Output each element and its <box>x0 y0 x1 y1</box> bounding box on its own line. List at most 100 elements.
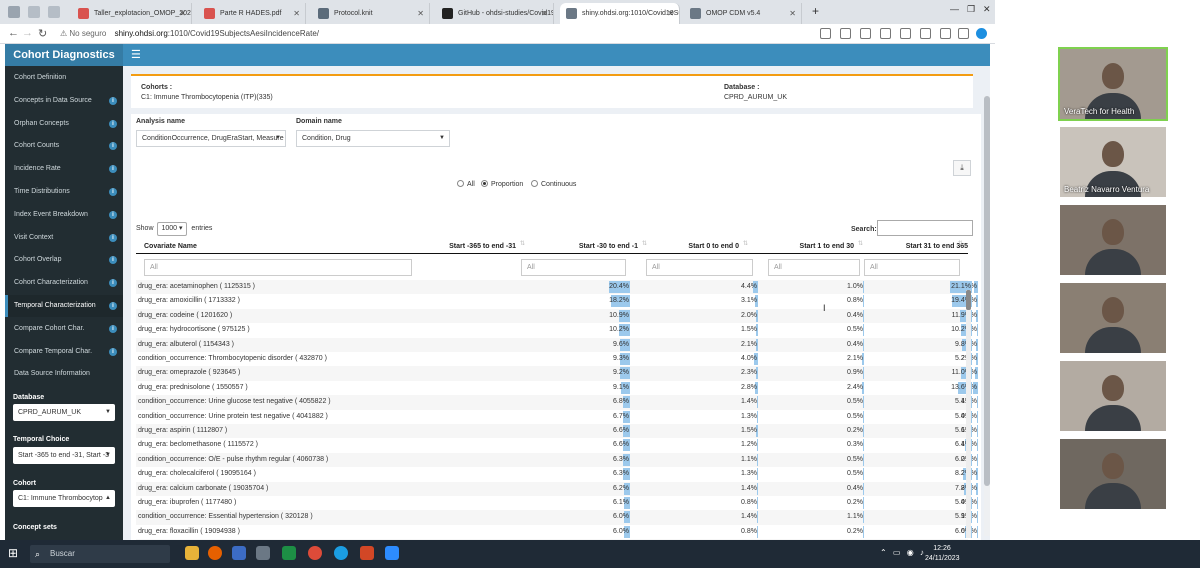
more-menu-icon[interactable] <box>958 28 969 39</box>
forward-icon[interactable]: → <box>22 27 33 39</box>
sort-icon[interactable]: ⇅ <box>642 240 647 247</box>
new-tab-icon[interactable]: + <box>812 4 819 18</box>
sidebar-item-cohort-characterization[interactable]: Cohort Characterization i <box>5 272 123 294</box>
participant-video[interactable] <box>1060 283 1166 353</box>
browser-tab[interactable]: Taller_explotacion_OMOP_2023 ✕ <box>72 3 192 24</box>
temporal-choice-select[interactable]: Start -365 to end -31, Start -3 ▼ <box>13 447 115 464</box>
sidebar-item-index-event-breakdown[interactable]: Index Event Breakdown i <box>5 204 123 226</box>
app-icon-2[interactable] <box>256 546 270 560</box>
edge-icon[interactable] <box>334 546 348 560</box>
column-filter-input[interactable]: All <box>768 259 860 276</box>
info-icon[interactable]: i <box>109 302 117 310</box>
column-filter-input[interactable]: All <box>521 259 626 276</box>
sidebar-item-data-source-information[interactable]: Data Source Information <box>5 363 123 385</box>
domain-name-select[interactable]: Condition, Drug ▼ <box>296 130 450 147</box>
sort-icon[interactable]: ⇅ <box>858 240 863 247</box>
browser-tab[interactable]: GitHub - ohdsi-studies/Covid19... ✕ <box>436 3 554 24</box>
powerpoint-icon[interactable] <box>360 546 374 560</box>
column-header-2[interactable]: Start -30 to end -1 <box>579 240 638 254</box>
firefox-icon[interactable] <box>208 546 222 560</box>
sort-icon[interactable]: ⇅ <box>743 240 748 247</box>
tab-actions-icon[interactable] <box>48 6 60 18</box>
info-icon[interactable]: i <box>109 142 117 151</box>
browser-tab[interactable]: shiny.ohdsi.org:1010/Covid19Su... ✕ <box>560 3 680 24</box>
info-icon[interactable]: i <box>109 96 117 105</box>
workspaces-icon[interactable] <box>28 6 40 18</box>
favorite-icon[interactable] <box>840 28 851 39</box>
reload-icon[interactable]: ↻ <box>38 27 47 40</box>
browser-essentials-icon[interactable] <box>940 28 951 39</box>
cohort-select[interactable]: C1: Immune Thrombocytop ▲ <box>13 490 115 507</box>
extension-icon[interactable] <box>880 28 891 39</box>
column-header-covariate[interactable]: Covariate Name <box>144 240 197 254</box>
sidebar-item-cohort-counts[interactable]: Cohort Counts i <box>5 135 123 157</box>
table-scrollbar[interactable] <box>966 290 971 538</box>
page-scrollbar[interactable] <box>984 96 990 536</box>
browser-tab[interactable]: Protocol.knit ✕ <box>312 3 430 24</box>
table-row[interactable]: drug_era: hydrocortisone ( 975125 ) 10.2%… <box>136 323 978 337</box>
close-tab-icon[interactable]: ✕ <box>179 3 186 24</box>
participant-video[interactable] <box>1060 361 1166 431</box>
close-window-icon[interactable]: ✕ <box>983 4 991 15</box>
copilot-icon[interactable] <box>976 28 987 39</box>
column-filter-input[interactable]: All <box>144 259 412 276</box>
sidebar-item-temporal-characterization[interactable]: Temporal Characterization i <box>5 295 123 317</box>
file-explorer-icon[interactable] <box>185 546 199 560</box>
sort-icon[interactable]: ⇅ <box>520 240 525 247</box>
system-tray[interactable]: ⌃ ▭ ◉ ♪ <box>880 548 926 557</box>
column-header-1[interactable]: Start -365 to end -31 <box>449 240 516 254</box>
radio-all[interactable]: All <box>457 180 475 188</box>
table-row[interactable]: drug_era: prednisolone ( 1550557 ) 9.1% 2.… <box>136 381 978 395</box>
search-input[interactable] <box>877 220 973 236</box>
close-tab-icon[interactable]: ✕ <box>417 3 424 24</box>
column-header-3[interactable]: Start 0 to end 0 <box>688 240 739 254</box>
table-row[interactable]: drug_era: aspirin ( 1112807 ) 6.6% 1.5% 0.2… <box>136 424 978 439</box>
column-filter-input[interactable]: All <box>864 259 960 276</box>
participant-video[interactable]: Beatriz Navarro Ventura <box>1060 127 1166 197</box>
favorites-bar-icon[interactable] <box>920 28 931 39</box>
table-row[interactable]: drug_era: omeprazole ( 923645 ) 9.2% 2.3% 0… <box>136 366 978 381</box>
info-icon[interactable]: i <box>109 256 117 265</box>
close-tab-icon[interactable]: ✕ <box>293 3 300 24</box>
sidebar-item-cohort-overlap[interactable]: Cohort Overlap i <box>5 249 123 271</box>
table-row[interactable]: drug_era: codeine ( 1201620 ) 10.9% 2.0% 0.… <box>136 308 978 324</box>
sidebar-item-time-distributions[interactable]: Time Distributions i <box>5 181 123 203</box>
participant-video[interactable] <box>1060 205 1166 275</box>
sidebar-item-orphan-concepts[interactable]: Orphan Concepts i <box>5 113 123 135</box>
sidebar-item-compare-cohort-char[interactable]: Compare Cohort Char. i <box>5 318 123 340</box>
sort-icon[interactable]: ⇅ <box>958 240 963 247</box>
sidebar-item-incidence-rate[interactable]: Incidence Rate i <box>5 158 123 180</box>
table-row[interactable]: drug_era: acetaminophen ( 1125315 ) 20.4%… <box>136 280 978 295</box>
info-icon[interactable]: i <box>109 324 117 333</box>
minimize-icon[interactable]: — <box>950 4 959 14</box>
table-row[interactable]: condition_occurrence: Essential hyperten… <box>136 510 978 525</box>
page-scrollbar-thumb[interactable] <box>984 96 990 486</box>
table-row[interactable]: condition_occurrence: Thrombocytopenic d… <box>136 352 978 366</box>
browser-tab[interactable]: Parte R HADES.pdf ✕ <box>198 3 306 24</box>
table-row[interactable]: drug_era: floxacillin ( 19094938 ) 6.0% 0.… <box>136 525 978 539</box>
github-extension-icon[interactable] <box>860 28 871 39</box>
info-icon[interactable]: i <box>109 347 117 356</box>
read-aloud-icon[interactable] <box>820 28 831 39</box>
sidebar-item-cohort-definition[interactable]: Cohort Definition <box>5 67 123 89</box>
download-button[interactable]: ⤓ <box>953 160 971 176</box>
close-tab-icon[interactable]: ✕ <box>667 3 674 24</box>
info-icon[interactable]: i <box>109 233 117 242</box>
sidebar-item-concepts-in-data-source[interactable]: Concepts in Data Source i <box>5 90 123 112</box>
table-scrollbar-thumb[interactable] <box>966 290 971 310</box>
windows-start-icon[interactable]: ⊞ <box>8 547 21 560</box>
browser-tab[interactable]: OMOP CDM v5.4 ✕ <box>684 3 802 24</box>
back-icon[interactable]: ← <box>8 27 19 39</box>
table-row[interactable]: condition_occurrence: Urine glucose test… <box>136 395 978 410</box>
app-icon-1[interactable] <box>232 546 246 560</box>
taskbar-search[interactable]: ⌕ Buscar <box>30 545 170 563</box>
column-header-4[interactable]: Start 1 to end 30 <box>800 240 854 254</box>
table-row[interactable]: drug_era: amoxicillin ( 1713332 ) 18.2% 3.… <box>136 294 978 308</box>
info-icon[interactable]: i <box>109 188 117 196</box>
info-icon[interactable]: i <box>109 119 117 128</box>
info-icon[interactable]: i <box>109 165 117 174</box>
table-row[interactable]: drug_era: ibuprofen ( 1177480 ) 6.1% 0.8% 0… <box>136 496 978 510</box>
table-row[interactable]: condition_occurrence: Urine protein test… <box>136 410 978 424</box>
page-length-select[interactable]: 1000 ▾ <box>157 222 188 236</box>
table-row[interactable]: drug_era: albuterol ( 1154343 ) 9.6% 2.1% 0… <box>136 337 978 352</box>
